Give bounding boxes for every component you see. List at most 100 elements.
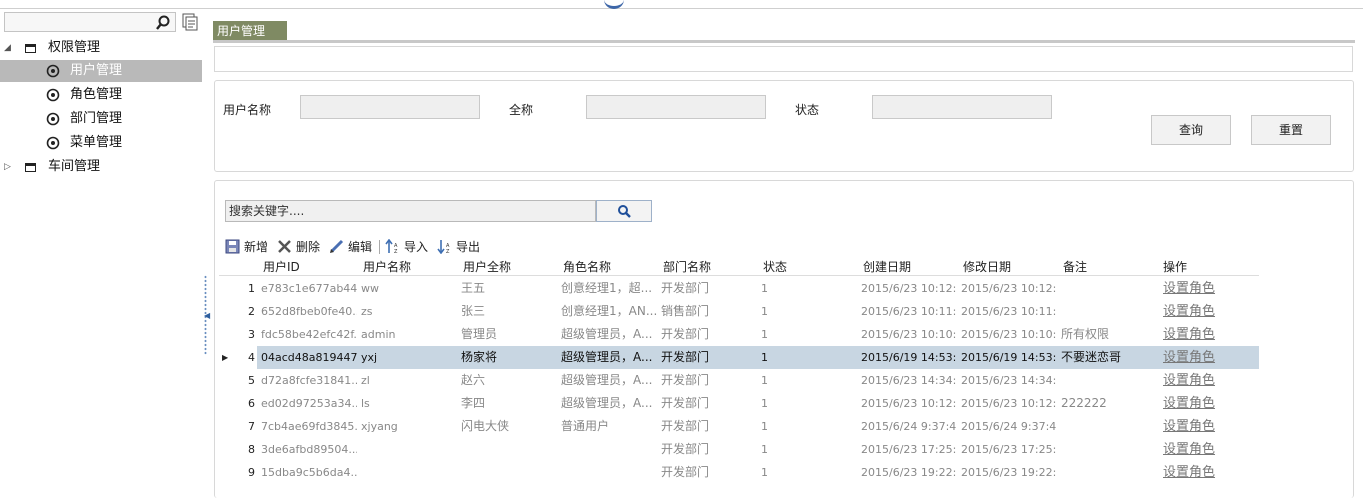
search-icon[interactable] bbox=[155, 15, 171, 31]
column-header[interactable]: 用户全称 bbox=[463, 259, 511, 275]
table-cell-full: 赵六 bbox=[461, 373, 486, 387]
set-role-link[interactable]: 设置角色 bbox=[1163, 323, 1253, 346]
keyword-search-input[interactable]: 搜索关键字.... bbox=[225, 200, 596, 222]
tree-item-user-management[interactable]: 用户管理 bbox=[0, 60, 202, 82]
row-number: 8 bbox=[248, 443, 255, 456]
collapse-all-icon[interactable] bbox=[180, 12, 200, 32]
table-cell-dept: 开发部门 bbox=[661, 281, 710, 295]
expanded-arrow-icon[interactable]: ◢ bbox=[4, 37, 11, 59]
table-cell-role: 超级管理员，A... bbox=[561, 350, 653, 364]
table-cell-status: 1 bbox=[761, 282, 768, 295]
collapse-left-icon[interactable]: ◀ bbox=[204, 311, 210, 320]
row-number: 5 bbox=[248, 374, 255, 387]
set-role-link[interactable]: 设置角色 bbox=[1163, 346, 1253, 369]
row-number: 4 bbox=[248, 351, 255, 364]
row-indicator[interactable]: 9 bbox=[219, 461, 257, 484]
set-role-link[interactable]: 设置角色 bbox=[1163, 392, 1253, 415]
table-cell-full: 张三 bbox=[461, 304, 486, 318]
table-cell-note: 不要迷恋哥 bbox=[1061, 350, 1122, 364]
keyword-search-button[interactable] bbox=[596, 200, 652, 222]
panel-splitter[interactable]: ◀ bbox=[203, 275, 210, 355]
search-button[interactable]: 查询 bbox=[1151, 115, 1231, 145]
export-icon: AZ bbox=[437, 240, 450, 254]
table-cell-name: admin bbox=[361, 328, 396, 341]
fullname-input[interactable] bbox=[586, 95, 766, 119]
tree-item-label: 用户管理 bbox=[70, 63, 123, 78]
tree-item-department-management[interactable]: 部门管理 bbox=[0, 108, 202, 130]
row-indicator[interactable]: 1 bbox=[219, 277, 257, 300]
set-role-link[interactable]: 设置角色 bbox=[1163, 438, 1253, 461]
status-input[interactable] bbox=[872, 95, 1052, 119]
table-cell-name: zs bbox=[361, 305, 373, 318]
table-cell-status: 1 bbox=[761, 305, 768, 318]
column-header[interactable]: 操作 bbox=[1163, 259, 1187, 275]
table-cell-modified: 2015/6/23 10:10:... bbox=[961, 328, 1057, 341]
table-row[interactable]: 5 d72a8fcfe31841... zl 赵六 超级管理员，A... 开发部门 1 201… bbox=[219, 369, 1259, 392]
column-header[interactable]: 用户ID bbox=[263, 259, 300, 275]
column-header[interactable]: 角色名称 bbox=[563, 259, 611, 275]
info-strip bbox=[214, 46, 1353, 72]
current-row-marker-icon: ▶ bbox=[222, 353, 229, 362]
username-input[interactable] bbox=[300, 95, 480, 119]
folder-icon bbox=[25, 163, 36, 172]
row-indicator[interactable]: ▶ 4 bbox=[219, 346, 257, 369]
table-row[interactable]: 7 7cb4ae69fd3845... xjyang 闪电大侠 普通用户 开发部门 1 201… bbox=[219, 415, 1259, 438]
tree-node-workshop[interactable]: ▷ 车间管理 bbox=[0, 156, 202, 178]
row-indicator[interactable]: 2 bbox=[219, 300, 257, 323]
table-cell-full: 管理员 bbox=[461, 327, 498, 341]
table-row[interactable]: 3 fdc58be42efc42f... admin 管理员 超级管理员，A... 开发部… bbox=[219, 323, 1259, 346]
column-header[interactable]: 用户名称 bbox=[363, 259, 411, 275]
table-cell-created: 2015/6/23 10:12:... bbox=[861, 397, 957, 410]
table-cell-role: 创意经理1，超... bbox=[561, 281, 653, 295]
row-indicator[interactable]: 7 bbox=[219, 415, 257, 438]
row-number: 2 bbox=[248, 305, 255, 318]
table-cell-dept: 开发部门 bbox=[661, 396, 710, 410]
table-cell-created: 2015/6/19 14:53:... bbox=[861, 351, 957, 364]
column-header[interactable]: 备注 bbox=[1063, 259, 1087, 275]
table-cell-created: 2015/6/23 14:34:... bbox=[861, 374, 957, 387]
table-cell-full: 王五 bbox=[461, 281, 486, 295]
reset-button[interactable]: 重置 bbox=[1251, 115, 1331, 145]
table-cell-id: 3de6afbd89504... bbox=[261, 443, 357, 456]
table-cell-full: 闪电大侠 bbox=[461, 419, 510, 433]
toolbar-separator bbox=[379, 240, 380, 254]
table-row[interactable]: 9 15dba9c5b6da4... 开发部门 1 2015/6/23 19:22:..… bbox=[219, 461, 1259, 484]
table-row[interactable]: 2 652d8fbeb0fe40... zs 张三 创意经理1，AN... 销售部门 1 20… bbox=[219, 300, 1259, 323]
table-cell-modified: 2015/6/23 14:34:... bbox=[961, 374, 1057, 387]
row-indicator[interactable]: 5 bbox=[219, 369, 257, 392]
row-indicator[interactable]: 6 bbox=[219, 392, 257, 415]
table-row[interactable]: 1 e783c1e677ab44... ww 王五 创意经理1，超... 开发部门 1 201… bbox=[219, 277, 1259, 300]
table-cell-role: 超级管理员，A... bbox=[561, 396, 653, 410]
column-header[interactable]: 创建日期 bbox=[863, 259, 911, 275]
table-cell-modified: 2015/6/23 17:25:... bbox=[961, 443, 1057, 456]
set-role-link[interactable]: 设置角色 bbox=[1163, 277, 1253, 300]
table-cell-id: fdc58be42efc42f... bbox=[261, 328, 357, 341]
row-indicator[interactable]: 3 bbox=[219, 323, 257, 346]
set-role-link[interactable]: 设置角色 bbox=[1163, 461, 1253, 484]
column-header[interactable]: 状态 bbox=[763, 259, 787, 275]
table-row[interactable]: 6 ed02d97253a34... ls 李四 超级管理员，A... 开发部门 1 2015… bbox=[219, 392, 1259, 415]
status-label: 状态 bbox=[795, 103, 820, 117]
set-role-link[interactable]: 设置角色 bbox=[1163, 415, 1253, 438]
collapsed-arrow-icon[interactable]: ▷ bbox=[4, 156, 11, 178]
row-indicator[interactable]: 8 bbox=[219, 438, 257, 461]
column-header[interactable]: 部门名称 bbox=[663, 259, 711, 275]
svg-text:Z: Z bbox=[446, 249, 450, 254]
sidebar-search-input[interactable] bbox=[4, 12, 176, 32]
tree-node-label: 车间管理 bbox=[48, 159, 101, 174]
table-row[interactable]: 8 3de6afbd89504... 开发部门 1 2015/6/23 17:25:..… bbox=[219, 438, 1259, 461]
table-cell-dept: 开发部门 bbox=[661, 373, 710, 387]
tree-item-role-management[interactable]: 角色管理 bbox=[0, 84, 202, 106]
set-role-link[interactable]: 设置角色 bbox=[1163, 369, 1253, 392]
table-cell-note: 222222 bbox=[1061, 396, 1107, 410]
row-number: 9 bbox=[248, 466, 255, 479]
set-role-link[interactable]: 设置角色 bbox=[1163, 300, 1253, 323]
table-cell-id: 7cb4ae69fd3845... bbox=[261, 420, 357, 433]
column-header[interactable]: 修改日期 bbox=[963, 259, 1011, 275]
tree-item-menu-management[interactable]: 菜单管理 bbox=[0, 132, 202, 154]
tree-node-permission[interactable]: ◢ 权限管理 bbox=[0, 37, 202, 59]
table-cell-created: 2015/6/24 9:37:49 bbox=[861, 420, 957, 433]
tab-user-management[interactable]: 用户管理 bbox=[213, 21, 287, 41]
row-number: 7 bbox=[248, 420, 255, 433]
table-row[interactable]: ▶404acd48a819447...yxj杨家将超级管理员，A...开发部门1… bbox=[219, 346, 1259, 369]
